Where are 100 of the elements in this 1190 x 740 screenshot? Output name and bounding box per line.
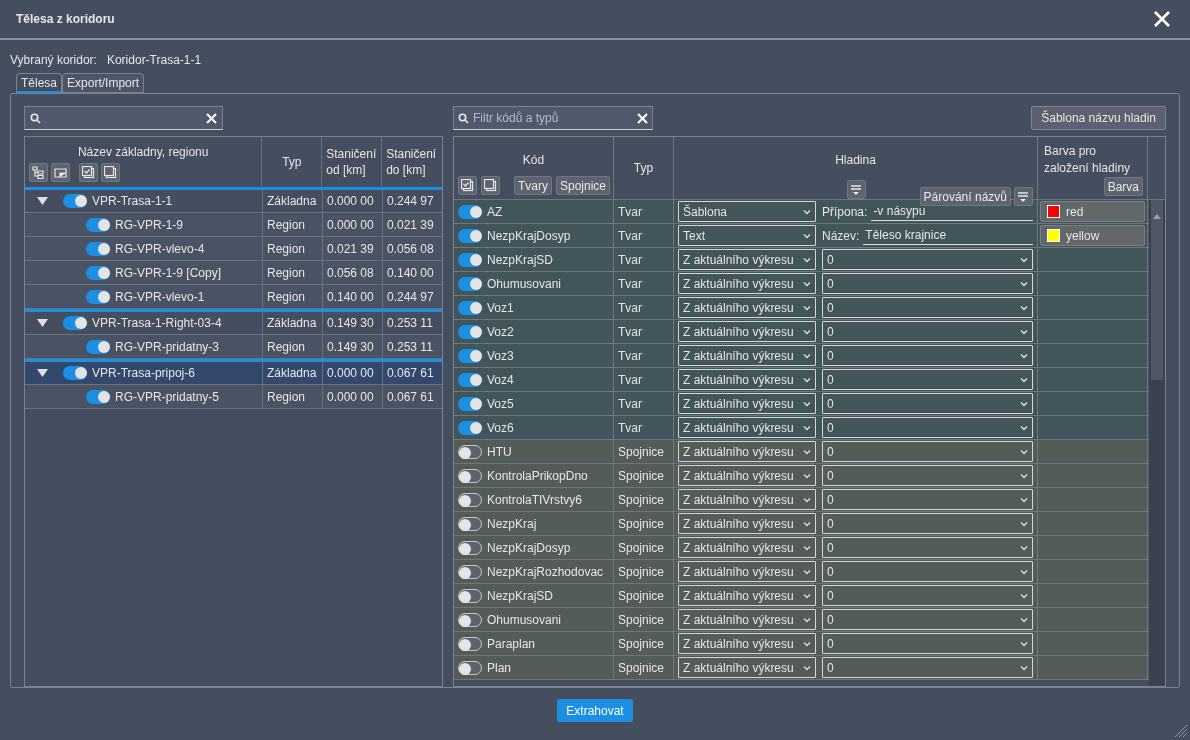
layer-select[interactable]: 0: [822, 297, 1033, 318]
expanded-icon[interactable]: [37, 196, 48, 206]
check-all-icon[interactable]: [79, 163, 98, 182]
toggle-switch[interactable]: [458, 372, 482, 387]
layer-select[interactable]: 0: [822, 537, 1033, 558]
name-field[interactable]: Těleso krajnice: [863, 226, 1033, 245]
toggle-switch[interactable]: [458, 324, 482, 339]
toggle-switch[interactable]: [63, 316, 87, 330]
clear-icon[interactable]: [637, 112, 648, 124]
source-select[interactable]: Z aktuálního výkresu: [678, 489, 816, 510]
toggle-switch[interactable]: [458, 636, 482, 651]
tree-icon[interactable]: [29, 163, 48, 182]
name-field[interactable]: -v násypu: [871, 202, 1033, 221]
expanded-icon[interactable]: [37, 318, 48, 328]
tab[interactable]: Export/Import: [62, 73, 145, 93]
source-select[interactable]: Z aktuálního výkresu: [678, 537, 816, 558]
tree-row[interactable]: VPR-Trasa-1-Right-03-4 Základna 0.149 30 0.253 11: [25, 309, 442, 335]
clear-icon[interactable]: [206, 112, 217, 124]
tree-row[interactable]: RG-VPR-vlevo-4 Region 0.021 39 0.056 08: [25, 237, 442, 261]
tree-row[interactable]: RG-VPR-1-9 Region 0.000 00 0.021 39: [25, 213, 442, 237]
extract-button[interactable]: Extrahovat: [557, 699, 633, 722]
menu-icon[interactable]: [1014, 187, 1033, 206]
toggle-switch[interactable]: [458, 300, 482, 315]
toggle-switch[interactable]: [63, 194, 87, 208]
connectors-button[interactable]: Spojnice: [556, 176, 611, 195]
toggle-switch[interactable]: [458, 468, 482, 483]
layer-select[interactable]: 0: [822, 561, 1033, 582]
scroll-up-icon[interactable]: [1153, 214, 1161, 219]
toggle-switch[interactable]: [63, 366, 87, 380]
source-select[interactable]: Z aktuálního výkresu: [678, 513, 816, 534]
source-select[interactable]: Z aktuálního výkresu: [678, 417, 816, 438]
check-all-icon[interactable]: [458, 176, 477, 195]
expanded-icon[interactable]: [37, 368, 48, 378]
toggle-switch[interactable]: [86, 265, 110, 280]
layer-select[interactable]: 0: [822, 441, 1033, 462]
layer-select[interactable]: 0: [822, 513, 1033, 534]
template-button[interactable]: Šablona názvu hladin: [1031, 106, 1166, 130]
shapes-button[interactable]: Tvary: [514, 176, 552, 195]
layer-select[interactable]: 0: [822, 585, 1033, 606]
layer-select[interactable]: 0: [822, 321, 1033, 342]
toggle-switch[interactable]: [458, 396, 482, 411]
color-picker[interactable]: red: [1040, 201, 1145, 222]
scrollbar-thumb[interactable]: [1151, 200, 1163, 380]
layer-select[interactable]: 0: [822, 609, 1033, 630]
toggle-switch[interactable]: [458, 276, 482, 291]
menu-icon[interactable]: [846, 180, 866, 199]
image-icon[interactable]: [51, 163, 70, 182]
toggle-switch[interactable]: [458, 348, 482, 363]
toggle-switch[interactable]: [458, 612, 482, 627]
toggle-switch[interactable]: [86, 339, 110, 354]
toggle-switch[interactable]: [458, 492, 482, 507]
toggle-switch[interactable]: [458, 588, 482, 603]
tree-row[interactable]: VPR-Trasa-1-1 Základna 0.000 00 0.244 97: [25, 187, 442, 213]
toggle-switch[interactable]: [86, 241, 110, 256]
uncheck-all-icon[interactable]: [101, 163, 120, 182]
toggle-switch[interactable]: [86, 389, 110, 404]
tree-row[interactable]: RG-VPR-vlevo-1 Region 0.140 00 0.244 97: [25, 285, 442, 309]
source-select[interactable]: Text: [678, 225, 816, 246]
tree-row[interactable]: RG-VPR-1-9 [Copy] Region 0.056 08 0.140 00: [25, 261, 442, 285]
source-select[interactable]: Z aktuálního výkresu: [678, 633, 816, 654]
source-select[interactable]: Z aktuálního výkresu: [678, 321, 816, 342]
uncheck-all-icon[interactable]: [481, 176, 500, 195]
toggle-switch[interactable]: [458, 516, 482, 531]
layer-select[interactable]: 0: [822, 417, 1033, 438]
source-select[interactable]: Z aktuálního výkresu: [678, 585, 816, 606]
toggle-switch[interactable]: [86, 217, 110, 232]
source-select[interactable]: Z aktuálního výkresu: [678, 393, 816, 414]
filter-field[interactable]: Filtr kódů a typů: [453, 106, 653, 130]
layer-select[interactable]: 0: [822, 465, 1033, 486]
source-select[interactable]: Z aktuálního výkresu: [678, 441, 816, 462]
toggle-switch[interactable]: [458, 564, 482, 579]
color-button[interactable]: Barva: [1103, 177, 1143, 196]
layer-select[interactable]: 0: [822, 369, 1033, 390]
source-select[interactable]: Z aktuálního výkresu: [678, 465, 816, 486]
tree-row[interactable]: VPR-Trasa-pripoj-6 Základna 0.000 00 0.067 61: [25, 359, 442, 385]
toggle-switch[interactable]: [458, 444, 482, 459]
layer-select[interactable]: 0: [822, 633, 1033, 654]
source-select[interactable]: Z aktuálního výkresu: [678, 369, 816, 390]
toggle-switch[interactable]: [458, 420, 482, 435]
color-picker[interactable]: yellow: [1040, 225, 1145, 246]
source-select[interactable]: Z aktuálního výkresu: [678, 561, 816, 582]
source-select[interactable]: Z aktuálního výkresu: [678, 657, 816, 678]
source-select[interactable]: Šablona: [678, 201, 816, 222]
toggle-switch[interactable]: [458, 660, 482, 675]
source-select[interactable]: Z aktuálního výkresu: [678, 249, 816, 270]
source-select[interactable]: Z aktuálního výkresu: [678, 297, 816, 318]
tree-row[interactable]: RG-VPR-pridatny-3 Region 0.149 30 0.253 11: [25, 335, 442, 359]
resize-grip-icon[interactable]: [1174, 724, 1188, 738]
toggle-switch[interactable]: [86, 289, 110, 304]
layer-select[interactable]: 0: [822, 249, 1033, 270]
layer-select[interactable]: 0: [822, 345, 1033, 366]
tab[interactable]: Tělesa: [16, 73, 63, 93]
toggle-switch[interactable]: [458, 540, 482, 555]
tree-row[interactable]: RG-VPR-pridatny-5 Region 0.000 00 0.067 61: [25, 385, 442, 409]
search-field[interactable]: [24, 106, 223, 130]
toggle-switch[interactable]: [458, 252, 482, 267]
pairing-button[interactable]: Párování názvů: [919, 187, 1011, 206]
source-select[interactable]: Z aktuálního výkresu: [678, 609, 816, 630]
layer-select[interactable]: 0: [822, 657, 1033, 678]
source-select[interactable]: Z aktuálního výkresu: [678, 273, 816, 294]
